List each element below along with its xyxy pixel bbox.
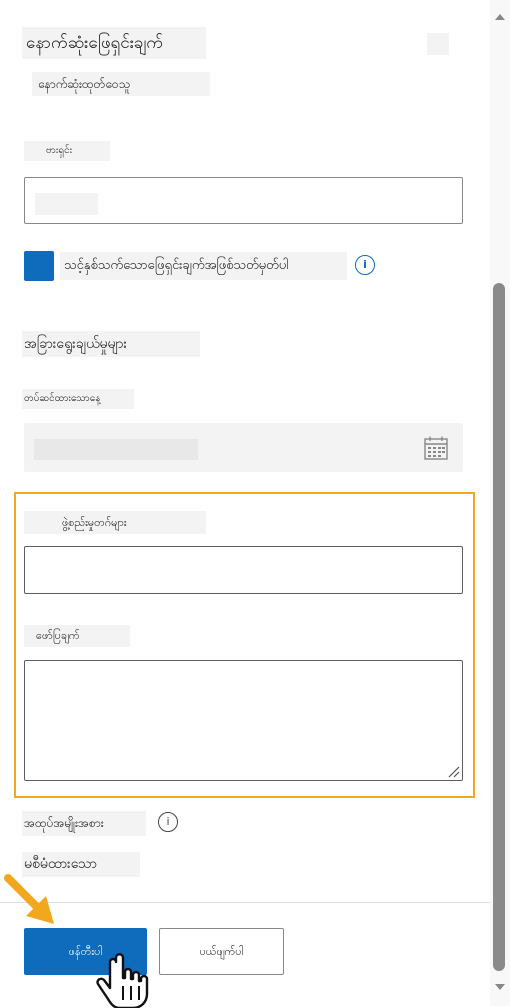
- installed-date-label: တပ်ဆင်ထားသောနေ့: [22, 389, 134, 409]
- info-icon[interactable]: i: [355, 255, 375, 275]
- other-options-text: အခြားရွေးချယ်မှုများ: [24, 336, 128, 352]
- hand-cursor-icon: [96, 953, 149, 1008]
- cancel-button[interactable]: ပယ်ဖျက်ပါ: [159, 928, 284, 975]
- preferred-solution-label: သင့်နှစ်သက်သောဖြေရှင်းချက်အဖြစ်သတ်မှတ်ပါ: [60, 252, 347, 280]
- other-options-heading: အခြားရွေးချယ်မှုများ: [22, 331, 200, 357]
- version-value: [35, 193, 98, 215]
- scrollbar-thumb[interactable]: [493, 283, 505, 971]
- version-label: ဗားရှင်း: [24, 141, 110, 161]
- package-type-label: အထုပ်အမျိုးအစား: [22, 811, 146, 836]
- description-textarea[interactable]: [24, 660, 463, 781]
- scroll-down-icon[interactable]: [490, 978, 510, 998]
- config-tags-input[interactable]: [24, 546, 463, 594]
- annotation-arrow-icon: [4, 874, 54, 924]
- footer-divider: [0, 902, 490, 903]
- publisher-subtitle: နောက်ဆုံးထုတ်ဝေသူ: [32, 72, 210, 96]
- package-type-info-icon[interactable]: i: [158, 812, 178, 832]
- preferred-solution-checkbox[interactable]: [24, 251, 54, 281]
- calendar-icon[interactable]: [423, 435, 449, 461]
- description-label: ဖော်ပြချက်: [24, 625, 130, 647]
- version-label-text: ဗားရှင်း: [46, 145, 73, 156]
- pin-icon[interactable]: [427, 33, 449, 55]
- installed-date-value: [34, 439, 198, 460]
- panel-title: နောက်ဆုံးဖြေရှင်းချက်: [22, 27, 206, 59]
- config-tags-label: ဖွဲ့စည်းမှုတဂ်များ: [24, 511, 206, 534]
- publisher-text: နောက်ဆုံးထုတ်ဝေသူ: [38, 77, 131, 91]
- resize-grip-icon[interactable]: [446, 764, 460, 778]
- tags-picker-icon[interactable]: [432, 561, 452, 581]
- scroll-up-icon[interactable]: [490, 6, 510, 26]
